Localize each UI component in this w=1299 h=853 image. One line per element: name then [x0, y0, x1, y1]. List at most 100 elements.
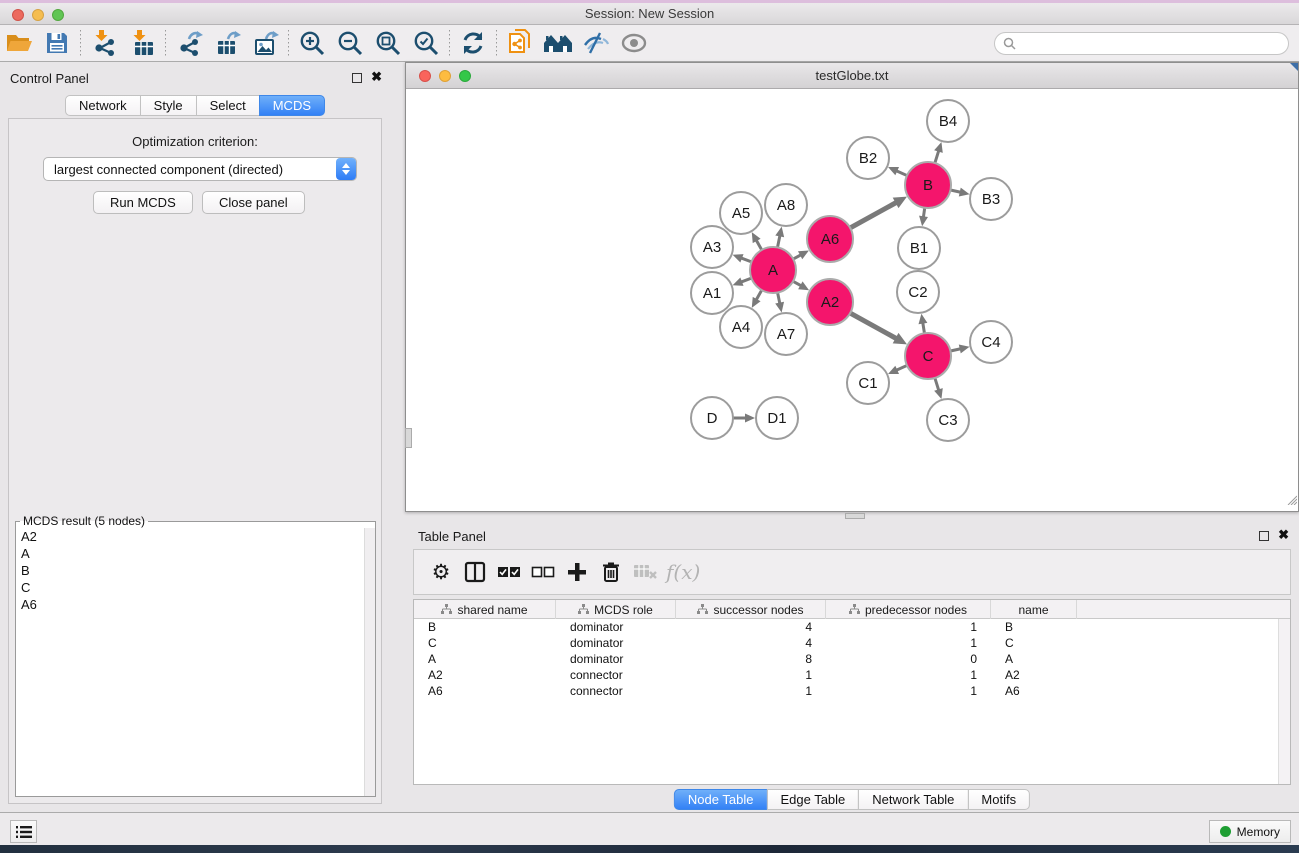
export-image-icon[interactable]	[246, 28, 284, 58]
result-item-a6[interactable]: A6	[16, 596, 364, 613]
add-column-icon[interactable]	[560, 556, 594, 588]
graph-node-C[interactable]: C	[905, 333, 951, 379]
close-panel-button[interactable]: Close panel	[202, 191, 305, 214]
column-header-label: successor nodes	[713, 603, 803, 617]
search-input[interactable]	[1016, 35, 1288, 53]
column-header-predecessor-nodes[interactable]: predecessor nodes	[826, 600, 991, 619]
graph-node-A1[interactable]: A1	[691, 272, 733, 314]
open-session-icon[interactable]	[0, 28, 38, 58]
graph-node-B1[interactable]: B1	[898, 227, 940, 269]
svg-text:A4: A4	[732, 319, 750, 336]
table-row-b[interactable]: Bdominator41B	[414, 619, 1290, 635]
graph-node-A8[interactable]: A8	[765, 184, 807, 226]
graph-node-B2[interactable]: B2	[847, 137, 889, 179]
graph-node-D1[interactable]: D1	[756, 397, 798, 439]
run-mcds-button[interactable]: Run MCDS	[93, 191, 193, 214]
tab-network[interactable]: Network	[65, 95, 141, 116]
column-header-mcds-role[interactable]: MCDS role	[556, 600, 676, 619]
apply-layout-icon[interactable]	[454, 28, 492, 58]
memory-button[interactable]: Memory	[1209, 820, 1291, 843]
result-item-a[interactable]: A	[16, 545, 364, 562]
export-network-icon[interactable]	[170, 28, 208, 58]
tab-mcds[interactable]: MCDS	[259, 95, 325, 116]
tab-style[interactable]: Style	[140, 95, 197, 116]
save-session-icon[interactable]	[38, 28, 76, 58]
table-row-c[interactable]: Cdominator41C	[414, 635, 1290, 651]
export-table-icon[interactable]	[208, 28, 246, 58]
column-header-shared-name[interactable]: shared name	[414, 600, 556, 619]
svg-text:B1: B1	[910, 240, 928, 257]
hide-selected-eye-slash-icon[interactable]	[577, 28, 615, 58]
zoom-out-icon[interactable]	[331, 28, 369, 58]
graph-node-A3[interactable]: A3	[691, 226, 733, 268]
splitter-handle-vertical[interactable]	[405, 428, 412, 448]
close-panel-icon[interactable]: ✖	[371, 70, 382, 84]
svg-text:B: B	[923, 177, 933, 194]
result-item-c[interactable]: C	[16, 579, 364, 596]
graph-node-A2[interactable]: A2	[807, 279, 853, 325]
svg-text:C1: C1	[858, 375, 877, 392]
graph-node-A6[interactable]: A6	[807, 216, 853, 262]
column-header-successor-nodes[interactable]: successor nodes	[676, 600, 826, 619]
table-toolbar: ⚙ f(x)	[413, 549, 1291, 595]
graph-node-C4[interactable]: C4	[970, 321, 1012, 363]
show-all-eye-icon[interactable]	[615, 28, 653, 58]
task-history-list-icon[interactable]	[10, 820, 37, 843]
graph-node-A7[interactable]: A7	[765, 313, 807, 355]
search-icon	[1003, 37, 1016, 50]
table-row-a[interactable]: Adominator80A	[414, 651, 1290, 667]
float-panel-icon[interactable]	[352, 73, 362, 83]
show-columns-icon[interactable]	[458, 556, 492, 588]
graph-node-A5[interactable]: A5	[720, 192, 762, 234]
delete-columns-trash-icon[interactable]	[594, 556, 628, 588]
graph-node-B4[interactable]: B4	[927, 100, 969, 142]
control-panel: Control Panel ✖ NetworkStyleSelectMCDS O…	[0, 62, 390, 812]
result-list-scrollbar[interactable]	[364, 528, 375, 796]
column-header-name[interactable]: name	[991, 600, 1077, 619]
home-icon[interactable]	[539, 28, 577, 58]
tab-node-table[interactable]: Node Table	[674, 789, 768, 810]
select-all-columns-icon[interactable]	[492, 556, 526, 588]
node-table: shared nameMCDS role successor nodes prede…	[413, 599, 1291, 785]
graph-edge-C-C2	[918, 314, 927, 334]
svg-text:A7: A7	[777, 326, 795, 343]
fx-label: f(x)	[662, 560, 700, 584]
graph-node-B3[interactable]: B3	[970, 178, 1012, 220]
table-settings-gear-icon[interactable]: ⚙	[424, 556, 458, 588]
zoom-selected-icon[interactable]	[407, 28, 445, 58]
new-network-from-selection-icon[interactable]	[501, 28, 539, 58]
tab-select[interactable]: Select	[196, 95, 260, 116]
zoom-in-icon[interactable]	[293, 28, 331, 58]
graph-node-C3[interactable]: C3	[927, 399, 969, 441]
table-row-a6[interactable]: A6connector11A6	[414, 683, 1290, 699]
svg-text:B2: B2	[859, 150, 877, 167]
splitter-handle-horizontal[interactable]	[845, 513, 865, 519]
import-table-icon[interactable]	[123, 28, 161, 58]
tab-network-table[interactable]: Network Table	[858, 789, 968, 810]
svg-text:C3: C3	[938, 412, 957, 429]
graph-node-A4[interactable]: A4	[720, 306, 762, 348]
resize-grip-icon[interactable]	[1284, 492, 1297, 510]
zoom-fit-icon[interactable]	[369, 28, 407, 58]
graph-node-C2[interactable]: C2	[897, 271, 939, 313]
network-canvas[interactable]: A A1 A2 A3 A4 A5 A6 A7 A8 B B1 B2 B3B4 C C1 C2 C3 C4 D D1	[406, 89, 1298, 511]
unselect-all-columns-icon[interactable]	[526, 556, 560, 588]
table-row-a2[interactable]: A2connector11A2	[414, 667, 1290, 683]
graph-node-C1[interactable]: C1	[847, 362, 889, 404]
close-table-panel-icon[interactable]: ✖	[1278, 528, 1289, 542]
graph-node-B[interactable]: B	[905, 162, 951, 208]
optimization-criterion-dropdown[interactable]: largest connected component (directed)	[43, 157, 357, 181]
result-item-b[interactable]: B	[16, 562, 364, 579]
tab-edge-table[interactable]: Edge Table	[766, 789, 859, 810]
search-field[interactable]	[994, 32, 1289, 55]
result-item-a2[interactable]: A2	[16, 528, 364, 545]
import-network-icon[interactable]	[85, 28, 123, 58]
graph-node-A[interactable]: A	[750, 247, 796, 293]
network-window-titlebar[interactable]: testGlobe.txt	[406, 63, 1298, 89]
graph-node-D[interactable]: D	[691, 397, 733, 439]
tab-motifs[interactable]: Motifs	[967, 789, 1030, 810]
float-table-panel-icon[interactable]	[1259, 531, 1269, 541]
table-scrollbar[interactable]	[1278, 619, 1290, 784]
column-type-icon	[697, 604, 708, 615]
table-panel-tabs: Node TableEdge TableNetwork TableMotifs	[674, 789, 1030, 810]
